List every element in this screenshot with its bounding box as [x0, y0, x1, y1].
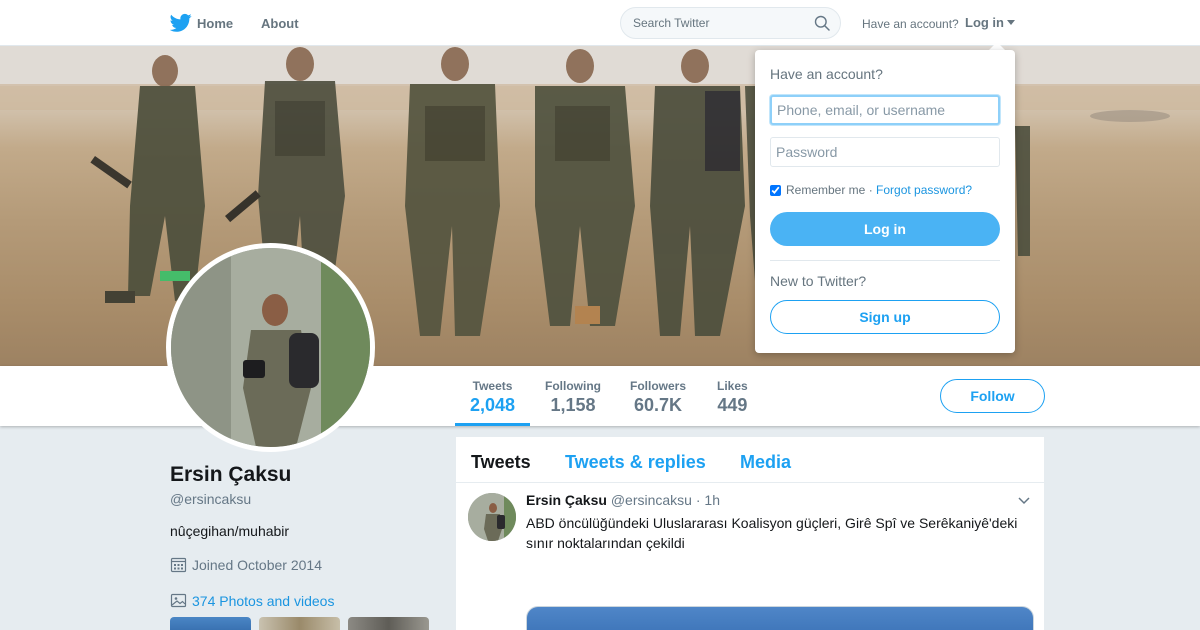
tab-tweets[interactable]: Tweets — [471, 452, 531, 473]
separator-dot: · — [865, 183, 877, 197]
login-button[interactable]: Log in — [770, 212, 1000, 246]
password-field[interactable] — [770, 137, 1000, 167]
tweet-separator: · — [695, 492, 701, 508]
profile-handle[interactable]: @ersincaksu — [170, 491, 251, 507]
photos-text: 374 Photos and videos — [192, 592, 335, 609]
tweet-author-name[interactable]: Ersin Çaksu — [526, 492, 607, 508]
stat-value: 60.7K — [633, 395, 683, 415]
username-field[interactable] — [770, 95, 1000, 125]
tweet-media[interactable] — [526, 606, 1034, 630]
have-account-text: Have an account? — [862, 17, 959, 31]
tab-media[interactable]: Media — [740, 452, 791, 473]
tweet-header: Ersin Çaksu @ersincaksu · 1h — [526, 492, 720, 508]
divider — [770, 260, 1000, 261]
calendar-icon — [170, 557, 187, 573]
joined-text: Joined October 2014 — [192, 556, 322, 573]
remember-me-checkbox[interactable] — [770, 184, 781, 196]
timeline-tabs: Tweets Tweets & replies Media — [456, 437, 1044, 483]
caret-down-icon — [1007, 20, 1015, 25]
media-thumbnail[interactable] — [170, 617, 251, 630]
stat-likes[interactable]: Likes 449 — [717, 379, 748, 416]
stat-followers[interactable]: Followers 60.7K — [630, 379, 686, 416]
avatar-photo — [468, 493, 516, 541]
new-to-twitter-text: New to Twitter? — [770, 273, 867, 289]
stat-label: Followers — [630, 379, 687, 393]
media-thumbnail[interactable] — [259, 617, 340, 630]
stat-label: Following — [545, 379, 601, 393]
stat-value: 449 — [717, 395, 748, 415]
stat-label: Likes — [717, 379, 748, 393]
twitter-bird-icon[interactable] — [170, 13, 192, 33]
profile-avatar[interactable] — [166, 243, 375, 452]
stat-label: Tweets — [472, 379, 513, 393]
top-navigation-bar: Home About Have an account? Log in — [0, 0, 1200, 46]
image-icon — [170, 593, 187, 608]
forgot-password-link[interactable]: Forgot password? — [876, 183, 972, 197]
timeline: Tweets Tweets & replies Media Ersin Çaks… — [456, 437, 1044, 630]
follow-button[interactable]: Follow — [940, 379, 1045, 413]
signup-button[interactable]: Sign up — [770, 300, 1000, 334]
remember-row: Remember me · Forgot password? — [770, 183, 972, 197]
avatar-photo — [171, 248, 370, 447]
profile-bio: nûçegihan/muhabir — [170, 523, 290, 539]
search-input[interactable] — [633, 16, 808, 30]
dropdown-title: Have an account? — [770, 66, 883, 82]
tweet[interactable]: Ersin Çaksu @ersincaksu · 1h ABD öncülüğ… — [456, 483, 1044, 630]
login-link-label: Log in — [965, 15, 1004, 30]
login-dropdown: Have an account? Remember me · Forgot pa… — [755, 50, 1015, 353]
tweet-author-handle[interactable]: @ersincaksu — [611, 492, 692, 508]
active-stat-underline — [455, 423, 530, 426]
search-box[interactable] — [620, 7, 841, 39]
profile-joined: Joined October 2014 — [170, 556, 322, 573]
nav-about-link[interactable]: About — [261, 16, 299, 31]
login-dropdown-toggle[interactable]: Log in — [965, 15, 1015, 30]
stat-following[interactable]: Following 1,158 — [545, 379, 601, 416]
tweet-timestamp[interactable]: 1h — [704, 492, 720, 508]
chevron-down-icon[interactable] — [1018, 497, 1030, 505]
nav-home-link[interactable]: Home — [197, 16, 233, 31]
stat-value: 1,158 — [550, 395, 596, 415]
stat-tweets[interactable]: Tweets 2,048 — [470, 379, 515, 416]
remember-me-label[interactable]: Remember me — [786, 183, 865, 197]
stat-value: 2,048 — [470, 395, 516, 415]
tweet-avatar[interactable] — [468, 493, 516, 541]
profile-name: Ersin Çaksu — [170, 463, 292, 486]
media-thumbnail[interactable] — [348, 617, 429, 630]
photos-videos-link[interactable]: 374 Photos and videos — [170, 592, 334, 609]
tab-tweets-replies[interactable]: Tweets & replies — [565, 452, 706, 473]
search-icon[interactable] — [814, 15, 830, 31]
tweet-text: ABD öncülüğündeki Uluslararası Koalisyon… — [526, 515, 1018, 551]
